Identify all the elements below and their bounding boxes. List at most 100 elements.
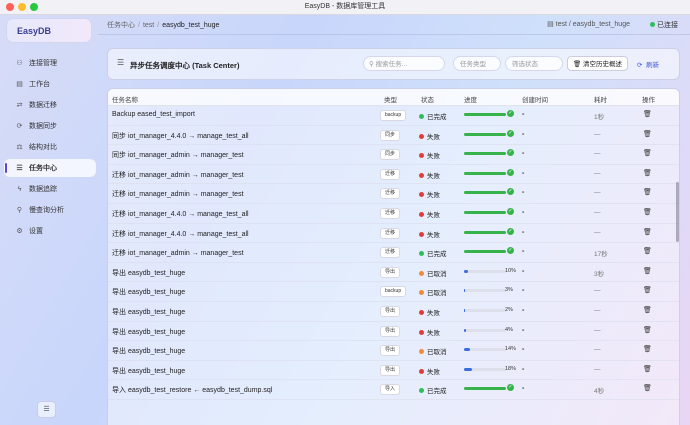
- table-row[interactable]: Backup eased_test_import backup 已完成 ✓ - 1秒 🗑: [108, 105, 679, 126]
- progress-percent: 2%: [505, 307, 513, 313]
- table-row[interactable]: 导出 easydb_test_huge 导出 已取消 10% - 3秒 🗑: [108, 262, 679, 283]
- task-name: 迁移 iot_manager_admin → manager_test: [112, 191, 244, 199]
- delete-task-icon[interactable]: 🗑: [643, 247, 652, 255]
- status-dot-icon: [419, 251, 424, 257]
- sidebar-toggle-button[interactable]: ☰: [37, 401, 56, 418]
- complete-check-icon: ✓: [507, 247, 514, 255]
- refresh-icon: ⟳: [637, 62, 643, 69]
- duration: —: [594, 287, 601, 295]
- progress-fill: [464, 367, 472, 371]
- delete-task-icon[interactable]: 🗑: [643, 306, 652, 314]
- search-input[interactable]: ⚲ 搜索任务...: [363, 56, 445, 71]
- table-row[interactable]: 导出 easydb_test_huge 导出 失败 2% - — 🗑: [108, 301, 679, 322]
- progress-bar: [464, 367, 506, 371]
- status-dot-icon: [419, 114, 424, 119]
- duration: —: [594, 346, 601, 354]
- sidebar-item-3[interactable]: ⟳ 数据同步: [4, 117, 96, 135]
- delete-task-icon[interactable]: 🗑: [643, 169, 652, 177]
- minimize-window-button[interactable]: [18, 3, 26, 11]
- created-time: -: [522, 346, 525, 354]
- delete-task-icon[interactable]: 🗑: [643, 286, 652, 294]
- top-bar: 任务中心 / test / easydb_test_huge ▤ test / easy…: [98, 14, 690, 35]
- close-window-button[interactable]: [6, 3, 14, 11]
- delete-task-icon[interactable]: 🗑: [643, 326, 652, 334]
- delete-task-icon[interactable]: 🗑: [643, 228, 652, 236]
- status-badge: 已取消: [419, 268, 447, 278]
- status-text: 失败: [427, 329, 440, 337]
- column-header-type: 类型: [384, 97, 397, 104]
- sidebar-nav: ⚇ 连接管理 ▤ 工作台 ⇄ 数据迁移 ⟳ 数据同步 ⚖ 结构对比 ☰ 任务中心 ϟ 数据追踪 ⚲ 慢查询分析…: [4, 54, 96, 243]
- type-badge: 迁移: [380, 168, 401, 180]
- sidebar-item-8[interactable]: ⚙ 设置: [4, 222, 96, 240]
- clear-history-label: 清空历史概述: [583, 61, 623, 68]
- delete-task-icon[interactable]: 🗑: [643, 149, 652, 157]
- sidebar: EasyDB ⚇ 连接管理 ▤ 工作台 ⇄ 数据迁移 ⟳ 数据同步 ⚖ 结构对比 ☰ 任务中心 ϟ 数据追…: [0, 14, 98, 425]
- sidebar-item-7[interactable]: ⚲ 慢查询分析: [4, 201, 96, 219]
- duration: —: [594, 209, 601, 216]
- task-name: 导出 easydb_test_huge: [112, 367, 186, 375]
- table-row[interactable]: 导入 easydb_test_restore ← easydb_test_dum…: [108, 379, 679, 400]
- table-row[interactable]: 导出 easydb_test_huge 导出 失败 18% - — 🗑: [108, 360, 679, 381]
- status-text: 失败: [427, 153, 440, 161]
- table-row[interactable]: 迁移 iot_manager_admin → manager_test 迁移 失败 ✓…: [108, 183, 679, 204]
- refresh-button[interactable]: ⟳ 刷新: [637, 59, 659, 69]
- task-name: 导出 easydb_test_huge: [112, 348, 186, 356]
- delete-task-icon[interactable]: 🗑: [643, 110, 652, 118]
- task-name: 迁移 iot_manager_4.4.0 → manage_test_all: [112, 211, 249, 218]
- sidebar-item-1[interactable]: ▤ 工作台: [4, 75, 96, 93]
- sidebar-item-label: 工作台: [29, 81, 50, 88]
- table-row[interactable]: 导出 easydb_test_huge backup 已取消 3% - — 🗑: [108, 281, 679, 302]
- created-time: -: [522, 267, 525, 275]
- type-filter-select[interactable]: 任务类型: [453, 56, 501, 71]
- breadcrumb: 任务中心 / test / easydb_test_huge: [107, 22, 220, 29]
- delete-task-icon[interactable]: 🗑: [643, 130, 652, 138]
- delete-task-icon[interactable]: 🗑: [643, 208, 652, 216]
- table-row[interactable]: 同步 iot_manager_4.4.0 → manage_test_all 同步…: [108, 125, 679, 146]
- task-name: 迁移 iot_manager_4.4.0 → manage_test_all: [112, 230, 249, 238]
- delete-task-icon[interactable]: 🗑: [643, 267, 652, 275]
- column-header-duration: 耗时: [594, 97, 607, 104]
- table-row[interactable]: 迁移 iot_manager_4.4.0 → manage_test_all 迁移…: [108, 223, 679, 244]
- created-time: -: [522, 111, 525, 118]
- connection-path: ▤ test / easydb_test_huge: [547, 20, 630, 28]
- progress-fill: [464, 348, 470, 352]
- table-row[interactable]: 迁移 iot_manager_admin → manager_test 迁移 已完成…: [108, 242, 679, 263]
- duration: —: [594, 365, 601, 373]
- status-filter-select[interactable]: 筛选状态: [505, 56, 563, 71]
- delete-task-icon[interactable]: 🗑: [643, 365, 652, 373]
- table-row[interactable]: 导出 easydb_test_huge 导出 已取消 14% - — 🗑: [108, 340, 679, 361]
- delete-task-icon[interactable]: 🗑: [643, 188, 652, 196]
- delete-task-icon[interactable]: 🗑: [643, 345, 652, 353]
- status-text: 已完成: [427, 114, 447, 121]
- migration-icon: ⇄: [16, 102, 23, 109]
- sidebar-item-5[interactable]: ☰ 任务中心: [4, 159, 96, 177]
- progress-bar: [464, 250, 506, 254]
- progress-bar: [464, 191, 506, 195]
- connection-icon: ⚇: [16, 60, 23, 67]
- table-scrollbar[interactable]: [676, 182, 679, 242]
- table-row[interactable]: 迁移 iot_manager_admin → manager_test 迁移 失败 ✓…: [108, 164, 679, 185]
- table-header: 任务名称 类型 状态 进度 创建时间 耗时 操作: [108, 89, 679, 106]
- database-icon: ▤: [547, 21, 554, 28]
- type-badge: 导出: [380, 345, 401, 357]
- delete-task-icon[interactable]: 🗑: [643, 384, 652, 392]
- progress-bar: [464, 269, 506, 273]
- duration: —: [594, 326, 601, 334]
- sidebar-item-6[interactable]: ϟ 数据追踪: [4, 180, 96, 198]
- status-text: 失败: [427, 192, 440, 200]
- type-badge: 同步: [380, 129, 401, 141]
- table-row[interactable]: 同步 iot_manager_admin → manager_test 同步 失败 ✓…: [108, 144, 679, 165]
- progress-fill: [464, 132, 506, 136]
- sidebar-item-4[interactable]: ⚖ 结构对比: [4, 138, 96, 156]
- sidebar-item-2[interactable]: ⇄ 数据迁移: [4, 96, 96, 114]
- sidebar-item-0[interactable]: ⚇ 连接管理: [4, 54, 96, 72]
- zoom-window-button[interactable]: [30, 3, 38, 11]
- search-icon: ⚲: [369, 61, 374, 68]
- table-row[interactable]: 导出 easydb_test_huge 导出 失败 4% - — 🗑: [108, 321, 679, 342]
- status-dot-icon: [419, 310, 424, 315]
- breadcrumb-item[interactable]: 任务中心: [107, 22, 135, 29]
- breadcrumb-item[interactable]: test: [143, 22, 154, 29]
- clear-history-button[interactable]: 🗑 清空历史概述: [567, 56, 628, 71]
- table-row[interactable]: 迁移 iot_manager_4.4.0 → manage_test_all 迁移…: [108, 203, 679, 224]
- status-badge: 已取消: [419, 287, 447, 297]
